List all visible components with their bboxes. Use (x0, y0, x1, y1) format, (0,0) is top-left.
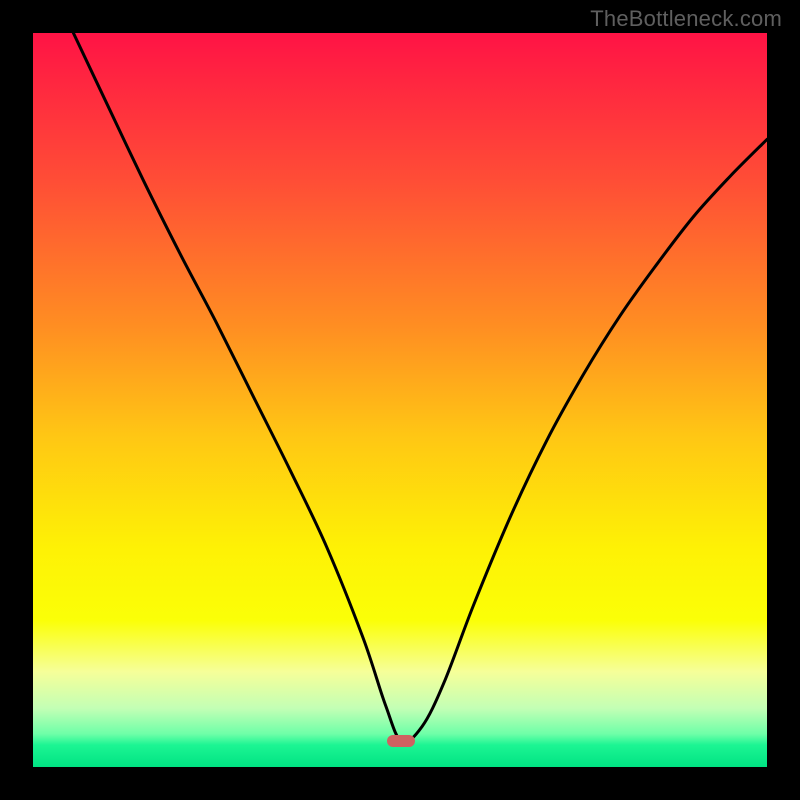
attribution-text: TheBottleneck.com (590, 6, 782, 32)
plot-area (33, 33, 767, 767)
optimal-point-marker (387, 735, 415, 747)
chart-frame: TheBottleneck.com (0, 0, 800, 800)
bottleneck-curve (33, 33, 767, 767)
